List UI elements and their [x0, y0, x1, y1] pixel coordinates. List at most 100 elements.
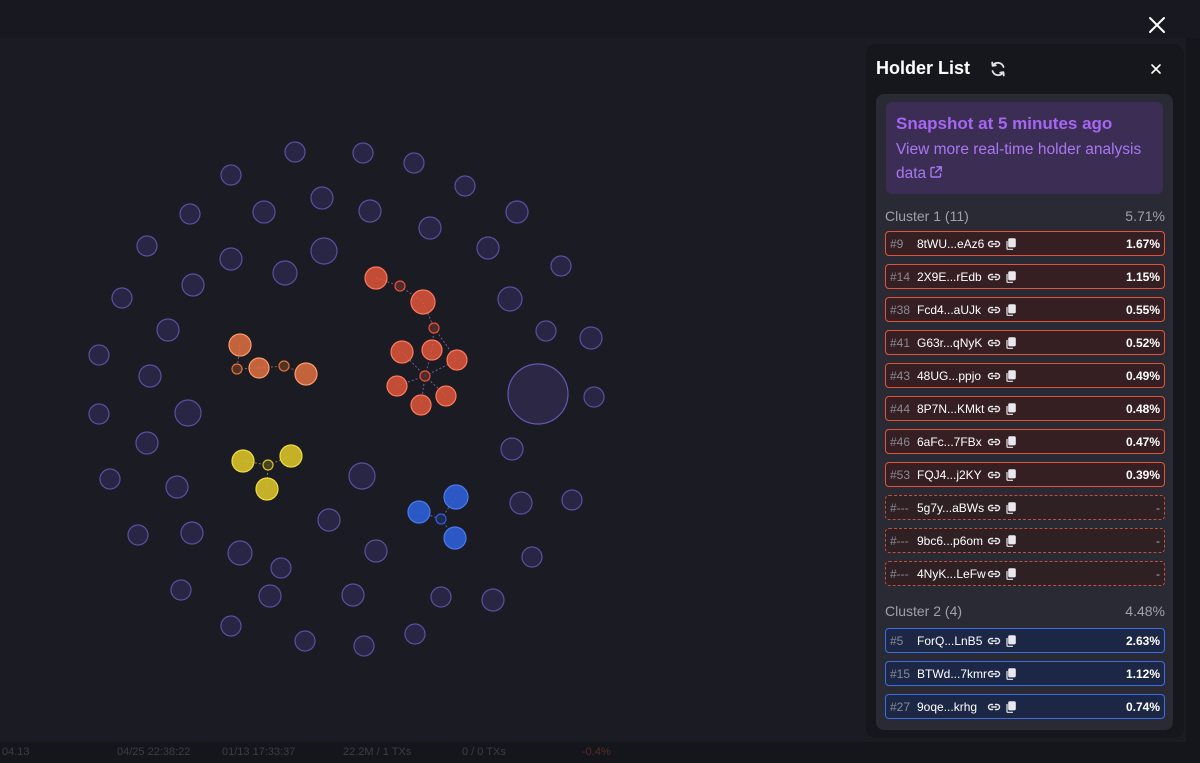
- holder-row[interactable]: #--- 5g7y...aBWs -: [885, 495, 1165, 520]
- link-icon[interactable]: [987, 436, 1001, 448]
- holder-address[interactable]: FQJ4...j2KY: [917, 468, 982, 482]
- holder-bubble[interactable]: [170, 579, 192, 601]
- holder-address[interactable]: 2X9E...rEdb: [917, 270, 982, 284]
- cluster-blue-bubble[interactable]: [407, 500, 431, 524]
- holder-address[interactable]: BTWd...7kmr: [917, 667, 987, 681]
- holder-bubble-large[interactable]: [507, 363, 569, 425]
- cluster-blue-bubble[interactable]: [443, 526, 467, 550]
- holder-row[interactable]: #5 ForQ...LnB5 2.63%: [885, 628, 1165, 653]
- holder-bubble[interactable]: [505, 200, 529, 224]
- holder-address[interactable]: 9oqe...krhg: [917, 700, 977, 714]
- holder-bubble[interactable]: [364, 539, 388, 563]
- holder-bubble[interactable]: [156, 318, 180, 342]
- holder-bubble[interactable]: [88, 344, 110, 366]
- holder-bubble[interactable]: [561, 489, 583, 511]
- holder-address[interactable]: 6aFc...7FBx: [917, 435, 982, 449]
- holder-bubble[interactable]: [352, 142, 374, 164]
- link-icon[interactable]: [987, 403, 1001, 415]
- copy-icon[interactable]: [1006, 469, 1016, 481]
- holder-bubble[interactable]: [127, 524, 149, 546]
- cluster-red-bubble[interactable]: [386, 375, 408, 397]
- holder-bubble[interactable]: [88, 403, 110, 425]
- copy-icon[interactable]: [1006, 271, 1016, 283]
- link-icon[interactable]: [987, 304, 1001, 316]
- holder-bubble[interactable]: [294, 630, 316, 652]
- holder-bubble[interactable]: [535, 320, 557, 342]
- copy-icon[interactable]: [1006, 635, 1016, 647]
- bubble-map-canvas[interactable]: [0, 0, 860, 742]
- holder-row[interactable]: #53 FQJ4...j2KY 0.39%: [885, 462, 1165, 487]
- cluster-yellow-bubble[interactable]: [279, 444, 303, 468]
- copy-icon[interactable]: [1006, 668, 1016, 680]
- holder-bubble[interactable]: [521, 546, 543, 568]
- holder-bubble[interactable]: [430, 586, 452, 608]
- holder-bubble[interactable]: [403, 152, 425, 174]
- cluster-red-bubble[interactable]: [410, 394, 432, 416]
- copy-icon[interactable]: [1006, 403, 1016, 415]
- cluster-yellow-bubble[interactable]: [255, 477, 279, 501]
- holder-address[interactable]: 4NyK...LeFw: [917, 567, 986, 581]
- holder-bubble[interactable]: [220, 615, 242, 637]
- holder-bubble[interactable]: [252, 200, 276, 224]
- link-icon[interactable]: [987, 469, 1001, 481]
- bubble-map[interactable]: [0, 38, 860, 742]
- cluster-red-bubble[interactable]: [364, 266, 388, 290]
- cluster-red-hub[interactable]: [394, 280, 406, 292]
- cluster-red-hub[interactable]: [419, 370, 431, 382]
- holder-address[interactable]: Fcd4...aUJk: [917, 303, 981, 317]
- holder-bubble[interactable]: [310, 186, 334, 210]
- copy-icon[interactable]: [1006, 502, 1016, 514]
- holder-address[interactable]: G63r...qNyK: [917, 336, 982, 350]
- holder-bubble[interactable]: [454, 175, 476, 197]
- holder-bubble[interactable]: [284, 141, 306, 163]
- holder-bubble[interactable]: [174, 399, 202, 427]
- realtime-analysis-link[interactable]: View more real-time holder analysis data: [896, 138, 1153, 186]
- copy-icon[interactable]: [1006, 337, 1016, 349]
- cluster-yellow-hub[interactable]: [262, 459, 274, 471]
- holder-row[interactable]: #--- 9bc6...p6om -: [885, 528, 1165, 553]
- holder-row[interactable]: #41 G63r...qNyK 0.52%: [885, 330, 1165, 355]
- link-icon[interactable]: [987, 701, 1001, 713]
- holder-bubble[interactable]: [500, 437, 524, 461]
- link-icon[interactable]: [987, 535, 1001, 547]
- link-icon[interactable]: [987, 668, 1001, 680]
- holder-bubble[interactable]: [219, 247, 243, 271]
- link-icon[interactable]: [987, 568, 1001, 580]
- holder-address[interactable]: ForQ...LnB5: [917, 634, 982, 648]
- copy-icon[interactable]: [1006, 370, 1016, 382]
- holder-bubble[interactable]: [180, 521, 204, 545]
- holder-bubble[interactable]: [227, 540, 253, 566]
- copy-icon[interactable]: [1006, 238, 1016, 250]
- link-icon[interactable]: [987, 635, 1001, 647]
- holder-row[interactable]: #9 8tWU...eAz6 1.67%: [885, 231, 1165, 256]
- close-modal-button[interactable]: [1142, 10, 1172, 40]
- copy-icon[interactable]: [1006, 701, 1016, 713]
- holder-bubble[interactable]: [418, 216, 442, 240]
- cluster-orange-bubble[interactable]: [248, 357, 270, 379]
- holder-bubble[interactable]: [111, 287, 133, 309]
- holder-row[interactable]: #--- 4NyK...LeFw -: [885, 561, 1165, 586]
- holder-bubble[interactable]: [136, 235, 158, 257]
- holder-row[interactable]: #27 9oqe...krhg 0.74%: [885, 694, 1165, 719]
- link-icon[interactable]: [987, 370, 1001, 382]
- holder-address[interactable]: 8P7N...KMkt: [917, 402, 984, 416]
- holder-row[interactable]: #14 2X9E...rEdb 1.15%: [885, 264, 1165, 289]
- cluster-orange-bubble[interactable]: [294, 362, 318, 386]
- holder-list-scroll[interactable]: Snapshot at 5 minutes ago View more real…: [876, 94, 1173, 730]
- holder-bubble[interactable]: [135, 431, 159, 455]
- cluster-orange-hub[interactable]: [278, 360, 290, 372]
- holder-address[interactable]: 48UG...ppjo: [917, 369, 981, 383]
- holder-bubble[interactable]: [579, 326, 603, 350]
- holder-address[interactable]: 8tWU...eAz6: [917, 237, 984, 251]
- holder-bubble[interactable]: [99, 468, 121, 490]
- holder-bubble[interactable]: [258, 584, 282, 608]
- holder-bubble[interactable]: [497, 286, 523, 312]
- holder-bubble[interactable]: [550, 255, 572, 277]
- cluster-red-bubble[interactable]: [446, 349, 468, 371]
- holder-bubble[interactable]: [476, 236, 500, 260]
- cluster-blue-hub[interactable]: [435, 513, 447, 525]
- holder-bubble[interactable]: [509, 491, 533, 515]
- link-icon[interactable]: [987, 238, 1001, 250]
- refresh-button[interactable]: [988, 59, 1008, 79]
- holder-row[interactable]: #38 Fcd4...aUJk 0.55%: [885, 297, 1165, 322]
